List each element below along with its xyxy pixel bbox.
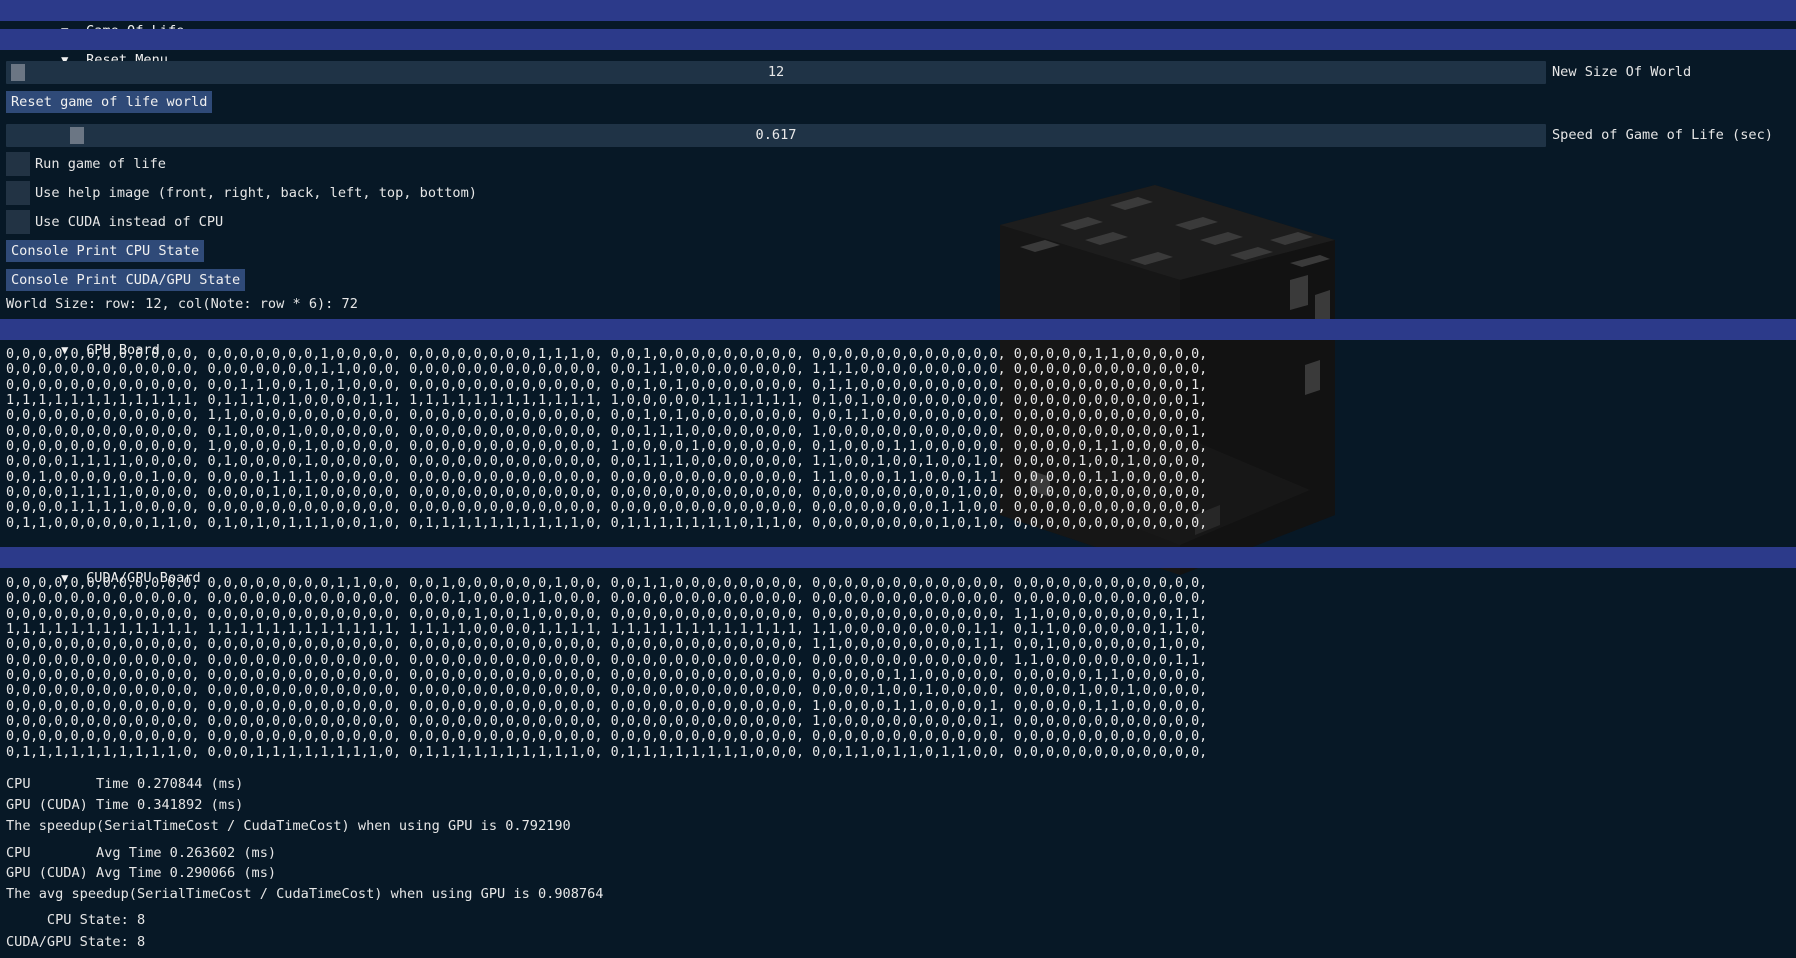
gpu-board-row: 1,1,1,1,1,1,1,1,1,1,1,1, 1,1,1,1,1,1,1,1… (6, 621, 1208, 637)
console-print-gpu-button[interactable]: Console Print CUDA/GPU State (6, 269, 246, 291)
gpu-board-row: 0,0,0,0,0,0,0,0,0,0,0,0, 0,0,0,0,0,0,0,0… (6, 713, 1208, 729)
speed-slider-label: Speed of Game of Life (sec) (1552, 127, 1773, 143)
cpu-board-row: 0,0,0,0,0,0,0,0,0,0,0,0, 1,1,0,0,0,0,0,0… (6, 408, 1208, 424)
cpu-board-row: 0,0,0,0,0,0,0,0,0,0,0,0, 1,0,0,0,0,0,1,0… (6, 438, 1208, 454)
cpu-board-header[interactable]: ▼ CPU Board (0, 319, 1796, 358)
world-size-slider-label: New Size Of World (1552, 64, 1692, 80)
gpu-board-row: 0,0,0,0,0,0,0,0,0,0,0,0, 0,0,0,0,0,0,0,0… (6, 576, 1208, 591)
help-image-checkbox-box[interactable] (6, 181, 30, 205)
gpu-board-row: 0,0,0,0,0,0,0,0,0,0,0,0, 0,0,0,0,0,0,0,0… (6, 637, 1208, 653)
cpu-board-row: 0,0,0,0,0,0,0,0,0,0,0,0, 0,0,1,1,0,0,1,0… (6, 377, 1208, 393)
cpu-board-row: 0,0,1,0,0,0,0,0,0,1,0,0, 0,0,0,0,1,1,1,0… (6, 469, 1208, 485)
gpu-board-row: 0,0,0,0,0,0,0,0,0,0,0,0, 0,0,0,0,0,0,0,0… (6, 606, 1208, 622)
cpu-board-row: 0,0,0,0,1,1,1,1,0,0,0,0, 0,0,0,0,0,0,0,0… (6, 500, 1208, 516)
gpu-board-row: 0,0,0,0,0,0,0,0,0,0,0,0, 0,0,0,0,0,0,0,0… (6, 652, 1208, 668)
window-title-bar[interactable]: ▼Game Of Life (0, 0, 1796, 39)
cpu-board-row: 0,0,0,0,0,0,0,0,0,0,0,0, 0,1,0,0,0,1,0,0… (6, 423, 1208, 439)
use-cuda-checkbox-label: Use CUDA instead of CPU (35, 214, 224, 230)
cpu-avg-time-text: CPU Avg Time 0.263602 (ms) (6, 845, 277, 861)
gpu-board-row: 0,1,1,1,1,1,1,1,1,1,1,0, 0,0,0,1,1,1,1,1… (6, 744, 1208, 760)
console-print-cpu-button[interactable]: Console Print CPU State (6, 240, 205, 262)
cpu-board-row: 0,0,0,0,0,0,0,0,0,0,0,0, 0,0,0,0,0,0,0,1… (6, 347, 1208, 362)
cpu-board-row: 0,0,0,0,1,1,1,1,0,0,0,0, 0,0,0,0,1,0,1,0… (6, 484, 1208, 500)
imgui-window: ▼Game Of Life ▼Reset Menu 12 New Size Of… (0, 0, 1796, 958)
speedup-text: The speedup(SerialTimeCost / CudaTimeCos… (6, 818, 571, 834)
gpu-board-row: 0,0,0,0,0,0,0,0,0,0,0,0, 0,0,0,0,0,0,0,0… (6, 729, 1208, 745)
speed-slider-value: 0.617 (755, 127, 797, 143)
reset-world-button[interactable]: Reset game of life world (6, 91, 213, 113)
run-game-checkbox-box[interactable] (6, 152, 30, 176)
avg-speedup-text: The avg speedup(SerialTimeCost / CudaTim… (6, 886, 604, 902)
run-game-checkbox-label: Run game of life (35, 156, 166, 172)
gpu-board-row: 0,0,0,0,0,0,0,0,0,0,0,0, 0,0,0,0,0,0,0,0… (6, 698, 1208, 714)
speed-slider[interactable]: 0.617 (6, 124, 1546, 147)
game-of-life-viewport: ▼Game Of Life ▼Reset Menu 12 New Size Of… (0, 0, 1796, 958)
cpu-board-grid: 0,0,0,0,0,0,0,0,0,0,0,0, 0,0,0,0,0,0,0,1… (6, 347, 1207, 531)
world-size-slider-value: 12 (767, 64, 785, 80)
help-image-checkbox-label: Use help image (front, right, back, left… (35, 185, 477, 201)
gpu-time-text: GPU (CUDA) Time 0.341892 (ms) (6, 797, 244, 813)
reset-menu-header[interactable]: ▼ Reset Menu (0, 29, 1796, 68)
gpu-board-grid: 0,0,0,0,0,0,0,0,0,0,0,0, 0,0,0,0,0,0,0,0… (6, 576, 1207, 760)
use-cuda-checkbox-box[interactable] (6, 210, 30, 234)
world-size-info: World Size: row: 12, col(Note: row * 6):… (6, 296, 358, 312)
cpu-board-row: 1,1,1,1,1,1,1,1,1,1,1,1, 0,1,1,1,0,1,0,0… (6, 392, 1208, 408)
gpu-state-text: CUDA/GPU State: 8 (6, 934, 146, 950)
gpu-board-row: 0,0,0,0,0,0,0,0,0,0,0,0, 0,0,0,0,0,0,0,0… (6, 667, 1208, 683)
gpu-avg-time-text: GPU (CUDA) Avg Time 0.290066 (ms) (6, 865, 277, 881)
world-size-slider[interactable]: 12 (6, 61, 1546, 84)
cpu-board-row: 0,0,0,0,1,1,1,1,0,0,0,0, 0,1,0,0,0,0,1,0… (6, 454, 1208, 470)
gpu-board-header[interactable]: ▼ CUDA/GPU Board (0, 547, 1796, 586)
cpu-board-row: 0,1,1,0,0,0,0,0,0,1,1,0, 0,1,0,1,0,1,1,1… (6, 515, 1208, 531)
cpu-state-text: CPU State: 8 (6, 912, 146, 928)
gpu-board-row: 0,0,0,0,0,0,0,0,0,0,0,0, 0,0,0,0,0,0,0,0… (6, 683, 1208, 699)
cpu-board-row: 0,0,0,0,0,0,0,0,0,0,0,0, 0,0,0,0,0,0,0,1… (6, 362, 1208, 378)
gpu-board-row: 0,0,0,0,0,0,0,0,0,0,0,0, 0,0,0,0,0,0,0,0… (6, 591, 1208, 607)
cpu-time-text: CPU Time 0.270844 (ms) (6, 776, 244, 792)
